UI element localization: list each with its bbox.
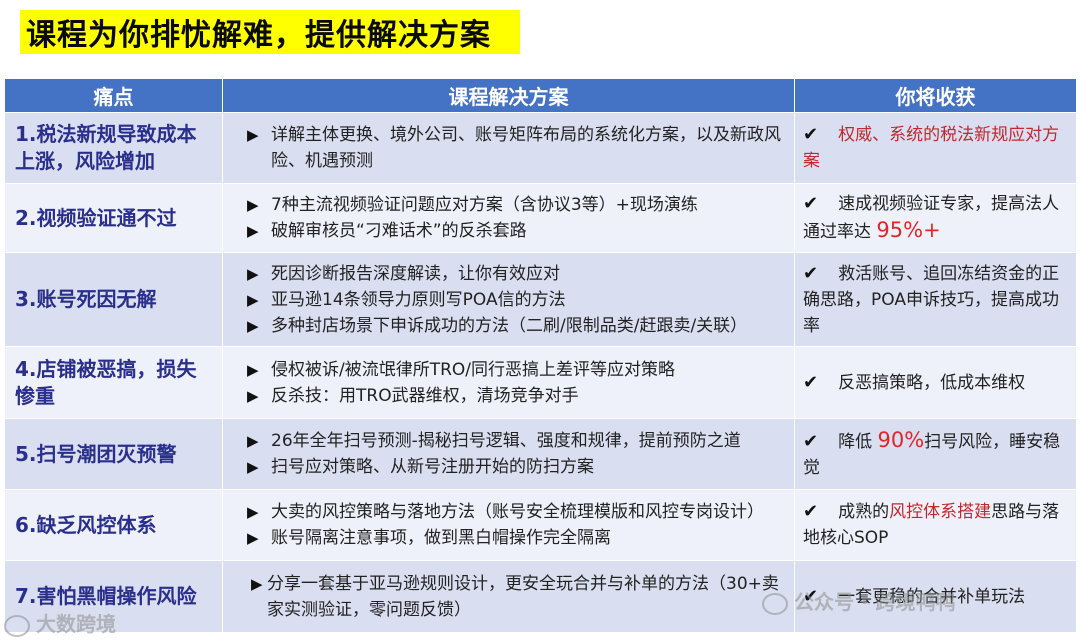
gain-text: 降低 [838, 432, 878, 452]
solution-item: ▶ 大卖的风控策略与落地方法（账号安全梳理模版和风控专岗设计） [247, 499, 786, 525]
gain-cell: ✔ 权威、系统的税法新规应对方案 [794, 112, 1077, 184]
solution-cell: ▶ 26年全年扫号预测-揭秘扫号逻辑、强度和规律，提前预防之道 ▶ 扫号应对策略、从… [222, 418, 795, 490]
gain-cell: ✔ 降低 90%扫号风险，睡安稳觉 [794, 418, 1077, 490]
solution-table: 痛点 课程解决方案 你将收获 1.税法新规导致成本上涨，风险增加 ▶ 详解主体更换… [4, 78, 1077, 633]
bullet-icon: ▶ [247, 316, 259, 335]
pain-cell: 2.视频验证通不过 [4, 183, 223, 253]
solution-cell: ▶ 7种主流视频验证问题应对方案（含协议3等）+现场演练 ▶ 破解审核员“刁难话术”… [222, 183, 795, 253]
table-row: 2.视频验证通不过 ▶ 7种主流视频验证问题应对方案（含协议3等）+现场演练 ▶ 破… [4, 183, 1077, 253]
header-gain: 你将收获 [794, 78, 1077, 113]
solution-item: ▶ 侵权被诉/被流氓律所TRO/同行恶搞上差评等应对策略 [247, 357, 786, 383]
gain-highlight: 权威、系统的税法新规应对方案 [803, 125, 1060, 171]
bullet-icon: ▶ [247, 264, 259, 283]
pain-cell: 5.扫号潮团灭预警 [4, 418, 223, 490]
solution-item: ▶ 分享一套基于亚马逊规则设计，更安全玩合并与补单的方法（30+卖家实测验证，零问… [251, 571, 786, 623]
solution-item: ▶ 扫号应对策略、从新号注册开始的防扫方案 [247, 454, 786, 480]
watermark-right: 公众号 · 跨境鸭鸭 [762, 586, 956, 615]
bullet-icon: ▶ [247, 432, 259, 450]
bullet-icon: ▶ [247, 196, 259, 214]
header-pain: 痛点 [4, 78, 223, 113]
solution-item: ▶ 多种封店场景下申诉成功的方法（二刷/限制品类/赶跟卖/关联） [247, 313, 786, 339]
gain-highlight: 风控体系搭建 [889, 502, 992, 522]
table-row: 4.店铺被恶搞，损失惨重 ▶ 侵权被诉/被流氓律所TRO/同行恶搞上差评等应对策略… [4, 346, 1077, 419]
logo-icon [4, 614, 30, 637]
solution-item: ▶ 死因诊断报告深度解读，让你有效应对 [247, 261, 786, 287]
solution-item: ▶ 反杀技：用TRO武器维权，清场竞争对手 [247, 383, 786, 409]
gain-cell: ✔ 反恶搞策略，低成本维权 [794, 346, 1077, 419]
pain-cell: 4.店铺被恶搞，损失惨重 [4, 346, 223, 419]
gain-cell: ✔ 速成视频验证专家，提高法人通过率达 95%+ [794, 183, 1077, 253]
table-row: 3.账号死因无解 ▶ 死因诊断报告深度解读，让你有效应对 ▶ 亚马逊14条领导力原则… [4, 252, 1077, 347]
solution-item: ▶ 7种主流视频验证问题应对方案（含协议3等）+现场演练 [247, 192, 786, 218]
gain-text: 成熟的 [838, 502, 890, 522]
bullet-icon: ▶ [247, 222, 259, 240]
gain-text: 救活账号、追回冻结资金的正确思路，POA申诉技巧，提高成功率 [803, 263, 1060, 336]
wechat-icon [762, 592, 788, 615]
header-solution: 课程解决方案 [222, 78, 795, 113]
bullet-icon: ▶ [247, 126, 259, 144]
gain-cell: ✔ 成熟的风控体系搭建思路与落地核心SOP [794, 489, 1077, 561]
gain-percent: 95%+ [876, 218, 941, 242]
bullet-icon: ▶ [247, 503, 259, 521]
title-block: 课程为你排忧解难，提供解决方案 [20, 6, 520, 58]
gain-cell: ✔ 救活账号、追回冻结资金的正确思路，POA申诉技巧，提高成功率 [794, 252, 1077, 347]
solution-item: ▶ 破解审核员“刁难话术”的反杀套路 [247, 218, 786, 244]
header-row: 痛点 课程解决方案 你将收获 [4, 78, 1077, 113]
table-row: 5.扫号潮团灭预警 ▶ 26年全年扫号预测-揭秘扫号逻辑、强度和规律，提前预防之道… [4, 418, 1077, 490]
check-icon: ✔ [803, 371, 819, 393]
bullet-icon: ▶ [247, 386, 259, 405]
check-icon: ✔ [803, 124, 819, 145]
solution-cell: ▶ 侵权被诉/被流氓律所TRO/同行恶搞上差评等应对策略 ▶ 反杀技：用TRO武器维… [222, 346, 795, 419]
bullet-icon: ▶ [247, 360, 259, 379]
solution-item: ▶ 账号隔离注意事项，做到黑白帽操作完全隔离 [247, 525, 786, 551]
page-title: 课程为你排忧解难，提供解决方案 [26, 18, 491, 53]
solution-item: ▶ 26年全年扫号预测-揭秘扫号逻辑、强度和规律，提前预防之道 [247, 428, 786, 454]
solution-cell: ▶ 死因诊断报告深度解读，让你有效应对 ▶ 亚马逊14条领导力原则写POA信的方法 … [222, 252, 795, 347]
table-row: 6.缺乏风控体系 ▶ 大卖的风控策略与落地方法（账号安全梳理模版和风控专岗设计） … [4, 489, 1077, 561]
solution-cell: ▶ 详解主体更换、境外公司、账号矩阵布局的系统化方案，以及新政风险、机遇预测 [222, 112, 795, 184]
bullet-icon: ▶ [251, 574, 263, 593]
bullet-icon: ▶ [247, 458, 259, 476]
check-icon: ✔ [803, 501, 819, 522]
solution-item: ▶ 详解主体更换、境外公司、账号矩阵布局的系统化方案，以及新政风险、机遇预测 [247, 122, 786, 174]
check-icon: ✔ [803, 431, 819, 452]
watermark-left: 大数跨境 [4, 608, 116, 637]
check-icon: ✔ [803, 262, 819, 284]
gain-text: 反恶搞策略，低成本维权 [838, 372, 1026, 393]
pain-cell: 1.税法新规导致成本上涨，风险增加 [4, 112, 223, 184]
table-row: 1.税法新规导致成本上涨，风险增加 ▶ 详解主体更换、境外公司、账号矩阵布局的系统… [4, 112, 1077, 184]
pain-cell: 3.账号死因无解 [4, 252, 223, 347]
solution-cell: ▶ 大卖的风控策略与落地方法（账号安全梳理模版和风控专岗设计） ▶ 账号隔离注意事项… [222, 489, 795, 561]
gain-percent: 90% [877, 428, 925, 452]
solution-cell: ▶ 分享一套基于亚马逊规则设计，更安全玩合并与补单的方法（30+卖家实测验证，零问… [222, 560, 795, 633]
pain-cell: 6.缺乏风控体系 [4, 489, 223, 561]
solution-item: ▶ 亚马逊14条领导力原则写POA信的方法 [247, 287, 786, 313]
bullet-icon: ▶ [247, 290, 259, 309]
bullet-icon: ▶ [247, 529, 259, 547]
check-icon: ✔ [803, 193, 819, 214]
